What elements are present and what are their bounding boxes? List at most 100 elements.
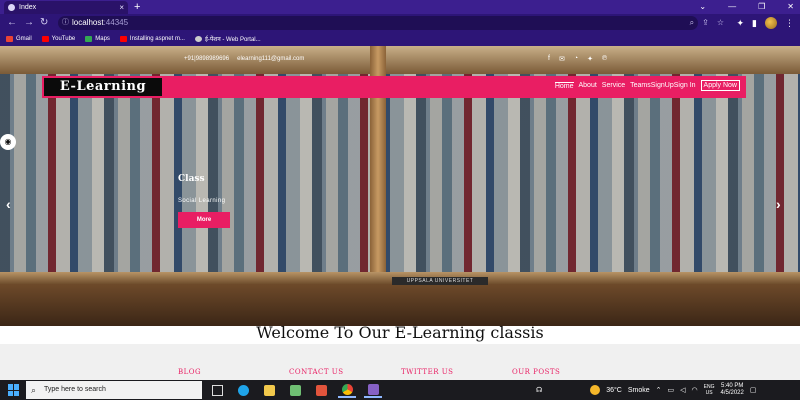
back-arrow-icon[interactable]: ← — [7, 16, 17, 30]
weather-text[interactable]: Smoke — [628, 387, 650, 394]
welcome-heading: Welcome To Our E-Learning classis — [256, 323, 544, 342]
site-info-icon[interactable]: ⓘ — [62, 16, 69, 30]
url-host: localhost — [72, 18, 104, 27]
system-clock[interactable]: 5:40 PM 4/5/2022 — [721, 383, 744, 397]
maps-icon — [85, 36, 93, 42]
omnibox-actions: ⌕ ⇪ ☆ — [690, 16, 724, 30]
bookmark-gmail[interactable]: Gmail — [6, 36, 32, 42]
footer-contact: CONTACT US — [289, 368, 344, 376]
side-panel-icon[interactable]: ▮ — [752, 16, 757, 30]
notifications-icon[interactable]: ▢ — [750, 386, 757, 394]
tab-favicon-icon — [8, 4, 15, 11]
search-icon: ⌕ — [31, 385, 37, 395]
visual-studio-icon[interactable] — [364, 382, 382, 398]
top-info-bar: +91|9898989696 elearning111@gmail.com f … — [0, 46, 800, 74]
carousel-prev-icon[interactable]: ‹ — [6, 196, 11, 212]
footer-posts: OUR POSTS — [512, 368, 561, 376]
tab-search-icon[interactable]: ⌄ — [699, 0, 706, 14]
edge-icon[interactable] — [234, 382, 252, 398]
toolbar-right: ✦ ▮ ⋮ — [737, 16, 794, 30]
nav-teams[interactable]: Teams — [630, 82, 651, 89]
weather-icon[interactable] — [590, 385, 601, 395]
reload-icon[interactable]: ↻ — [40, 16, 48, 30]
browser-toolbar: ← → ↻ ⓘ localhost:44345 ⌕ ⇪ ☆ ✦ ▮ ⋮ — [0, 14, 800, 32]
nav-about[interactable]: About — [579, 82, 597, 89]
pinterest-icon[interactable]: ℗ — [602, 55, 607, 63]
bookmark-web-portal[interactable]: ई-पेंशन - Web Portal... — [194, 35, 261, 43]
site-navbar: E-Learning Home About Service Teams Sign… — [42, 76, 746, 98]
search-placeholder: Type here to search — [44, 386, 106, 393]
new-tab-button[interactable]: + — [134, 0, 140, 14]
twitter-icon[interactable]: ✦ — [587, 55, 593, 63]
tray-chevron-icon[interactable]: ⌃ — [656, 386, 662, 394]
bookmark-installing-aspnet[interactable]: Installing aspnet m... — [119, 36, 185, 42]
browser-tabstrip: Index × + ⌄ — ❐ ✕ — [0, 0, 800, 14]
youtube-icon — [41, 36, 49, 42]
wifi-icon[interactable]: ◠ — [692, 386, 698, 394]
address-bar[interactable]: ⓘ localhost:44345 — [58, 16, 698, 30]
volume-icon[interactable]: ◁ — [680, 386, 685, 394]
youtube-icon — [119, 36, 127, 42]
rss-icon[interactable]: ◔ — [574, 55, 578, 63]
taskbar-search-input[interactable]: ⌕ Type here to search — [26, 381, 202, 399]
tab-title: Index — [19, 4, 37, 11]
browser-tab[interactable]: Index × — [4, 1, 128, 14]
zoom-icon[interactable]: ⌕ — [690, 16, 694, 30]
bookmark-youtube[interactable]: YouTube — [41, 36, 75, 42]
store-icon[interactable] — [260, 382, 278, 398]
share-icon[interactable]: ⇪ — [702, 16, 709, 30]
forward-arrow-icon[interactable]: → — [24, 16, 34, 30]
profile-avatar[interactable] — [765, 17, 777, 29]
close-window-button[interactable]: ✕ — [787, 0, 794, 14]
mail-icon[interactable] — [286, 382, 304, 398]
page-viewport[interactable]: UPPSALA UNIVERSITET +91|9898989696 elear… — [0, 46, 800, 380]
minimize-button[interactable]: — — [728, 0, 736, 14]
bookmark-star-icon[interactable]: ☆ — [717, 16, 724, 30]
footer-blog: BLOG — [178, 368, 202, 376]
nav-signup[interactable]: SignUp — [651, 82, 674, 89]
hero-carousel: UPPSALA UNIVERSITET +91|9898989696 elear… — [0, 46, 800, 326]
task-view-icon[interactable] — [208, 382, 226, 398]
extensions-icon[interactable]: ✦ — [737, 16, 745, 30]
more-button[interactable]: More — [178, 212, 230, 228]
maximize-button[interactable]: ❐ — [758, 0, 765, 14]
network-icon[interactable]: ▭ — [668, 386, 675, 394]
slide-title: Class — [178, 174, 205, 184]
nav-home[interactable]: Home — [554, 81, 574, 90]
email-icon[interactable]: ✉ — [559, 55, 565, 63]
site-brand[interactable]: E-Learning — [44, 78, 162, 96]
menu-kebab-icon[interactable]: ⋮ — [785, 16, 794, 30]
email-address: elearning111@gmail.com — [237, 56, 305, 62]
carousel-next-icon[interactable]: › — [776, 196, 781, 212]
nav-menu: Home About Service Teams SignUp Sign In … — [554, 80, 740, 91]
url-port: :44345 — [103, 18, 129, 27]
temperature[interactable]: 36°C — [606, 387, 622, 394]
slide-subtitle: Social Learning — [178, 198, 226, 204]
footer-twitter: TWITTER US — [401, 368, 454, 376]
bookmarks-bar: Gmail YouTube Maps Installing aspnet m..… — [0, 32, 800, 46]
social-links: f ✉ ◔ ✦ ℗ — [548, 55, 607, 63]
office-icon[interactable] — [312, 382, 330, 398]
footer-section: BLOG CONTACT US TWITTER US OUR POSTS — [0, 344, 800, 380]
nav-group: Teams SignUp Sign In — [630, 82, 695, 89]
facebook-icon[interactable]: f — [548, 55, 550, 63]
portal-icon — [194, 36, 202, 42]
window-controls: ⌄ — ❐ ✕ — [699, 0, 794, 14]
input-language[interactable]: ENG US — [704, 384, 715, 396]
gmail-icon — [6, 36, 13, 42]
start-windows-icon[interactable] — [8, 384, 20, 396]
phone-number: +91|9898989696 — [184, 56, 230, 62]
nav-service[interactable]: Service — [602, 82, 625, 89]
system-tray: ☊ 36°C Smoke ⌃ ▭ ◁ ◠ ENG US 5:40 PM 4/5/… — [536, 380, 756, 400]
chrome-icon[interactable] — [338, 382, 356, 398]
apply-now-button[interactable]: Apply Now — [700, 80, 740, 91]
shelf-label-plate: UPPSALA UNIVERSITET — [392, 277, 488, 285]
people-icon[interactable]: ☊ — [536, 386, 542, 394]
drop-icon[interactable]: ◉ — [0, 134, 16, 150]
contact-info: +91|9898989696 elearning111@gmail.com — [184, 56, 304, 62]
windows-taskbar: ⌕ Type here to search ☊ 36°C Smoke ⌃ ▭ ◁… — [0, 380, 800, 400]
shelf-bottom — [0, 284, 800, 326]
nav-signin[interactable]: Sign In — [674, 82, 696, 89]
bookmark-maps[interactable]: Maps — [85, 36, 110, 42]
tab-close-icon[interactable]: × — [119, 3, 124, 12]
